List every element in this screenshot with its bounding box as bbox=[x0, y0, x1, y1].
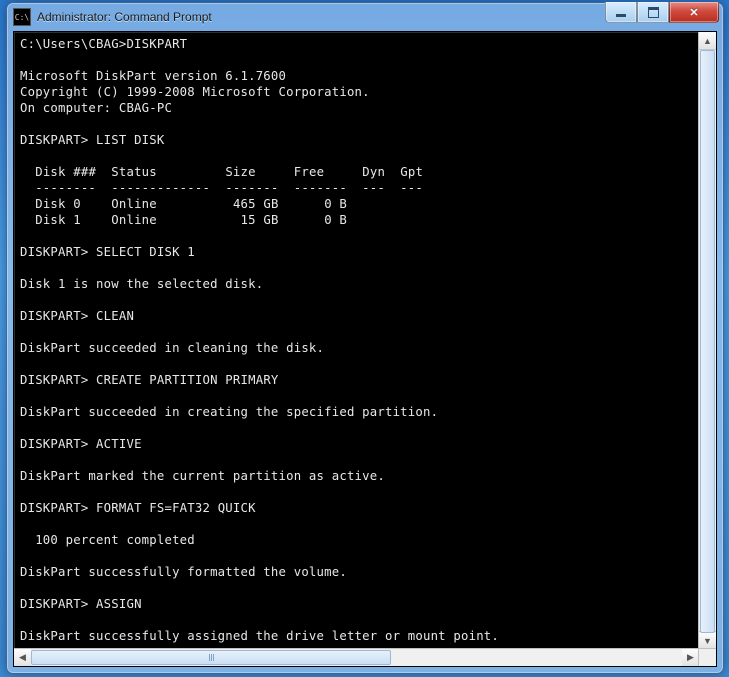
close-icon: ✕ bbox=[689, 6, 698, 19]
scroll-right-button[interactable]: ▶ bbox=[682, 649, 699, 666]
thumb-grip-icon bbox=[209, 654, 214, 661]
vscroll-track[interactable] bbox=[699, 50, 716, 631]
minimize-button[interactable] bbox=[605, 2, 637, 23]
maximize-button[interactable] bbox=[637, 2, 669, 23]
chevron-down-icon: ▼ bbox=[703, 636, 712, 646]
client-area: C:\Users\CBAG>DISKPART Microsoft DiskPar… bbox=[13, 31, 717, 667]
chevron-right-icon: ▶ bbox=[687, 652, 694, 663]
chevron-up-icon: ▲ bbox=[703, 36, 712, 46]
close-button[interactable]: ✕ bbox=[669, 2, 719, 23]
hscroll-track[interactable] bbox=[31, 649, 682, 666]
scrollbar-corner bbox=[698, 648, 716, 666]
maximize-icon bbox=[648, 7, 659, 18]
scroll-down-button[interactable]: ▼ bbox=[699, 631, 716, 649]
console-text: C:\Users\CBAG>DISKPART Microsoft DiskPar… bbox=[20, 36, 712, 648]
hscroll-thumb[interactable] bbox=[31, 650, 391, 665]
vscroll-thumb[interactable] bbox=[700, 50, 715, 633]
horizontal-scrollbar[interactable]: ◀ ▶ bbox=[14, 648, 699, 666]
app-icon: C:\ bbox=[13, 8, 31, 26]
vertical-scrollbar[interactable]: ▲ ▼ bbox=[698, 32, 716, 649]
scroll-up-button[interactable]: ▲ bbox=[699, 32, 716, 50]
scroll-left-button[interactable]: ◀ bbox=[14, 649, 31, 666]
chevron-left-icon: ◀ bbox=[19, 652, 26, 663]
titlebar[interactable]: C:\ Administrator: Command Prompt ✕ bbox=[7, 3, 723, 31]
command-prompt-window: C:\ Administrator: Command Prompt ✕ C:\U… bbox=[6, 2, 724, 674]
terminal-output[interactable]: C:\Users\CBAG>DISKPART Microsoft DiskPar… bbox=[14, 32, 716, 648]
minimize-icon bbox=[616, 14, 626, 17]
